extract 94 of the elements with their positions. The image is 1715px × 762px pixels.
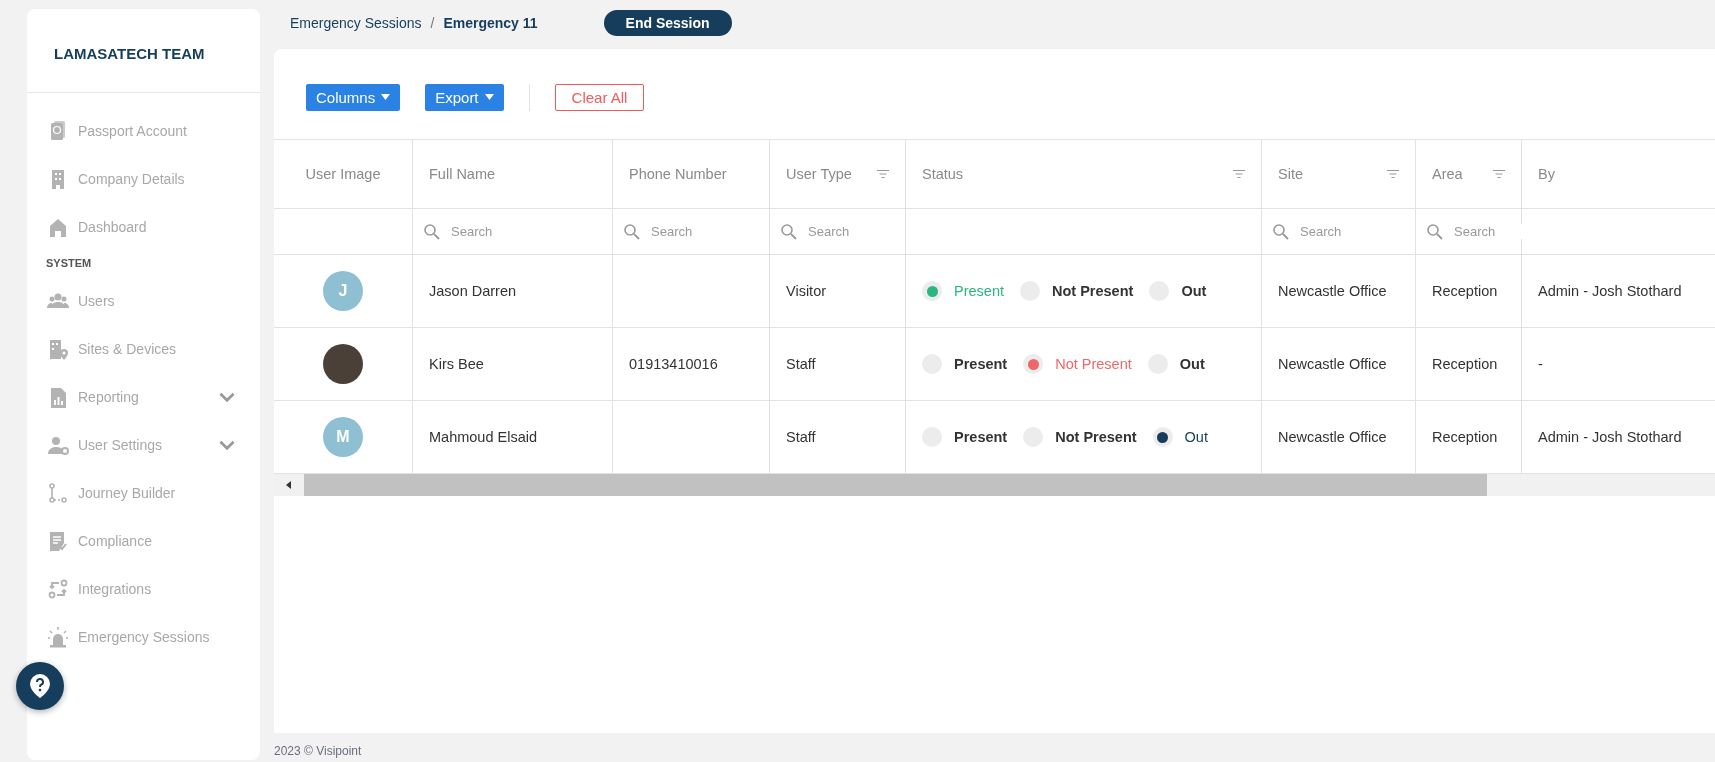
sidebar-item[interactable]: Compliance [27, 517, 260, 565]
avatar-initial: M [323, 417, 363, 457]
table-cell: Reception [1432, 356, 1498, 372]
filter-icon[interactable] [1493, 169, 1505, 179]
sidebar-item-label: Emergency Sessions [78, 629, 211, 645]
sidebar-item-label: Integrations [78, 581, 153, 597]
filter-icon[interactable] [877, 169, 889, 179]
table-cell: Reception [1432, 429, 1498, 445]
menu-item-icon [47, 338, 69, 360]
sidebar-item-label: Users [78, 293, 116, 309]
breadcrumb-link[interactable]: Emergency Sessions [290, 14, 422, 31]
sidebar-item[interactable]: Emergency Sessions [27, 613, 260, 661]
menu-item-icon [47, 482, 69, 504]
sidebar-item[interactable]: Users [27, 277, 260, 325]
radio-label: Present [954, 283, 1004, 299]
search-icon [1272, 222, 1290, 241]
sidebar-item-label: Sites & Devices [78, 341, 178, 357]
column-header: Phone Number [629, 166, 727, 182]
question-pin-icon [29, 673, 51, 699]
scroll-left-arrow-icon[interactable] [284, 480, 294, 490]
breadcrumb-link[interactable]: Emergency 11 [443, 14, 538, 31]
search-icon [623, 222, 641, 241]
table-cell: Admin - Josh Stothard [1538, 429, 1682, 445]
sidebar-item[interactable]: Dashboard [27, 203, 260, 251]
menu-item-icon [47, 216, 69, 238]
column-header: Site [1278, 166, 1303, 182]
avatar-photo-placeholder [323, 344, 363, 384]
search-icon [780, 222, 798, 241]
table-cell: 01913410016 [629, 356, 718, 372]
sidebar-item[interactable]: Journey Builder [27, 469, 260, 517]
sidebar-item[interactable]: Sites & Devices [27, 325, 260, 373]
caret-icon [381, 94, 391, 100]
table-cell: Jason Darren [429, 283, 517, 299]
column-search-field[interactable]: Search [1454, 224, 1524, 239]
table-cell: Admin - Josh Stothard [1538, 283, 1682, 299]
breadcrumb-separator: / [430, 14, 435, 31]
team-name: LAMASATECH TEAM [27, 9, 260, 93]
radio-button[interactable] [922, 281, 942, 301]
radio-label: Not Present [1055, 429, 1137, 445]
table-cell: Mahmoud Elsaid [429, 429, 537, 445]
sidebar-item[interactable]: Integrations [27, 565, 260, 613]
caret-icon [484, 94, 494, 100]
footer-text: 2023 © Visipoint [274, 744, 363, 760]
table-cell: Staff [786, 429, 816, 445]
menu-item-icon [47, 530, 69, 552]
menu-item-icon [47, 578, 69, 600]
filter-icon[interactable] [1387, 169, 1399, 179]
dropdown-button[interactable]: Columns [306, 83, 401, 111]
menu-item-icon [47, 626, 69, 648]
column-header: Full Name [429, 166, 496, 182]
column-header: User Image [305, 166, 381, 182]
radio-label: Out [1184, 429, 1208, 445]
end-session-button[interactable]: End Session [603, 9, 732, 36]
sidebar-item[interactable]: User Settings [27, 421, 260, 469]
table-cell: Newcastle Office [1278, 283, 1387, 299]
radio-button[interactable] [1152, 427, 1173, 447]
table-cell: Visitor [786, 283, 827, 299]
sidebar-item[interactable]: Passport Account [27, 107, 260, 155]
table-cell: Reception [1432, 283, 1498, 299]
avatar-initial: J [323, 271, 363, 311]
radio-label: Out [1179, 356, 1205, 372]
sidebar-item-label: Company Details [78, 171, 186, 187]
sidebar-item-label: Reporting [78, 389, 140, 405]
sidebar-item-label: Journey Builder [78, 485, 177, 501]
table-cell: Newcastle Office [1278, 356, 1387, 372]
menu-item-icon [47, 434, 69, 456]
radio-label: Not Present [1055, 356, 1132, 372]
column-header: By [1538, 166, 1555, 182]
section-heading: SYSTEM [45, 256, 93, 271]
sidebar-item-label: Dashboard [78, 219, 148, 235]
sidebar-item-label: User Settings [78, 437, 164, 453]
column-header: User Type [786, 166, 852, 182]
sidebar-item-label: Passport Account [78, 123, 188, 139]
sidebar-item[interactable]: Company Details [27, 155, 260, 203]
table-cell: Newcastle Office [1278, 429, 1387, 445]
search-icon [423, 222, 441, 241]
filter-icon[interactable] [1233, 169, 1245, 179]
sidebar-item[interactable]: Reporting [27, 373, 260, 421]
dropdown-button[interactable]: Export [425, 83, 504, 111]
radio-label: Present [954, 356, 1008, 372]
search-icon [1426, 222, 1444, 241]
table-cell: Kirs Bee [429, 356, 484, 372]
table-cell: - [1538, 356, 1543, 372]
scrollbar-thumb[interactable] [304, 474, 1487, 496]
radio-label: Out [1181, 283, 1207, 299]
radio-button[interactable] [1023, 354, 1044, 374]
clear-button[interactable]: Clear All [554, 83, 645, 111]
help-button[interactable] [16, 662, 64, 710]
column-header: Area [1432, 166, 1463, 182]
radio-label: Present [954, 429, 1008, 445]
column-header: Status [922, 166, 964, 182]
table-cell: Staff [786, 356, 816, 372]
sidebar-item-label: Compliance [78, 533, 153, 549]
radio-label: Not Present [1052, 283, 1134, 299]
